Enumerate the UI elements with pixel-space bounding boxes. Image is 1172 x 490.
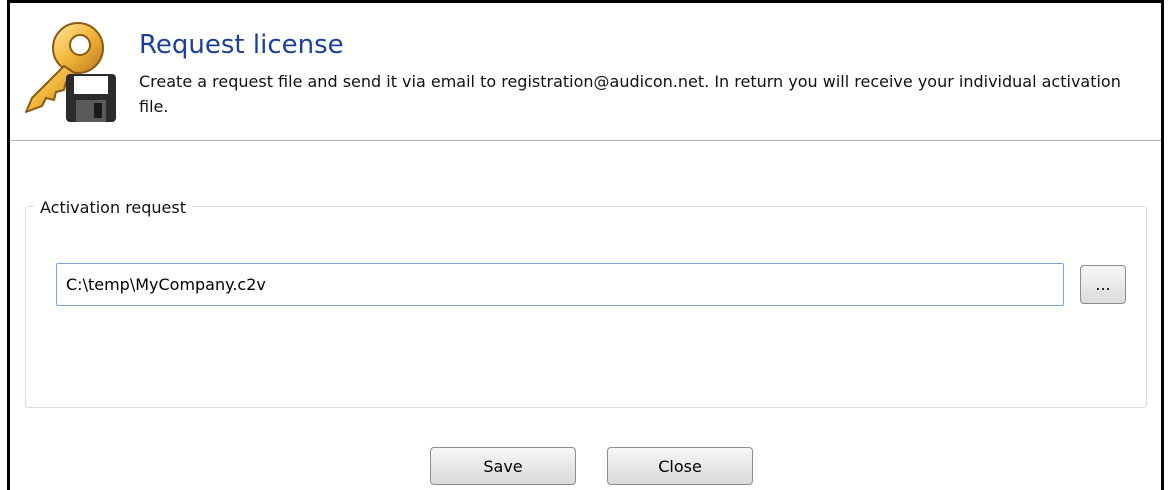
page-description: Create a request file and send it via em… [139,72,1121,116]
activation-request-group [25,206,1147,408]
window-frame-left [7,0,10,490]
header-divider [10,140,1161,141]
request-file-path-input[interactable] [56,263,1064,306]
key-floppy-icon [25,22,116,122]
activation-request-legend: Activation request [34,197,193,219]
window-frame-top [7,0,1164,3]
page-title: Request license [139,30,344,60]
browse-button[interactable]: ... [1080,265,1126,304]
save-button[interactable]: Save [430,447,576,485]
window-frame-right [1161,0,1164,490]
close-button[interactable]: Close [607,447,753,485]
